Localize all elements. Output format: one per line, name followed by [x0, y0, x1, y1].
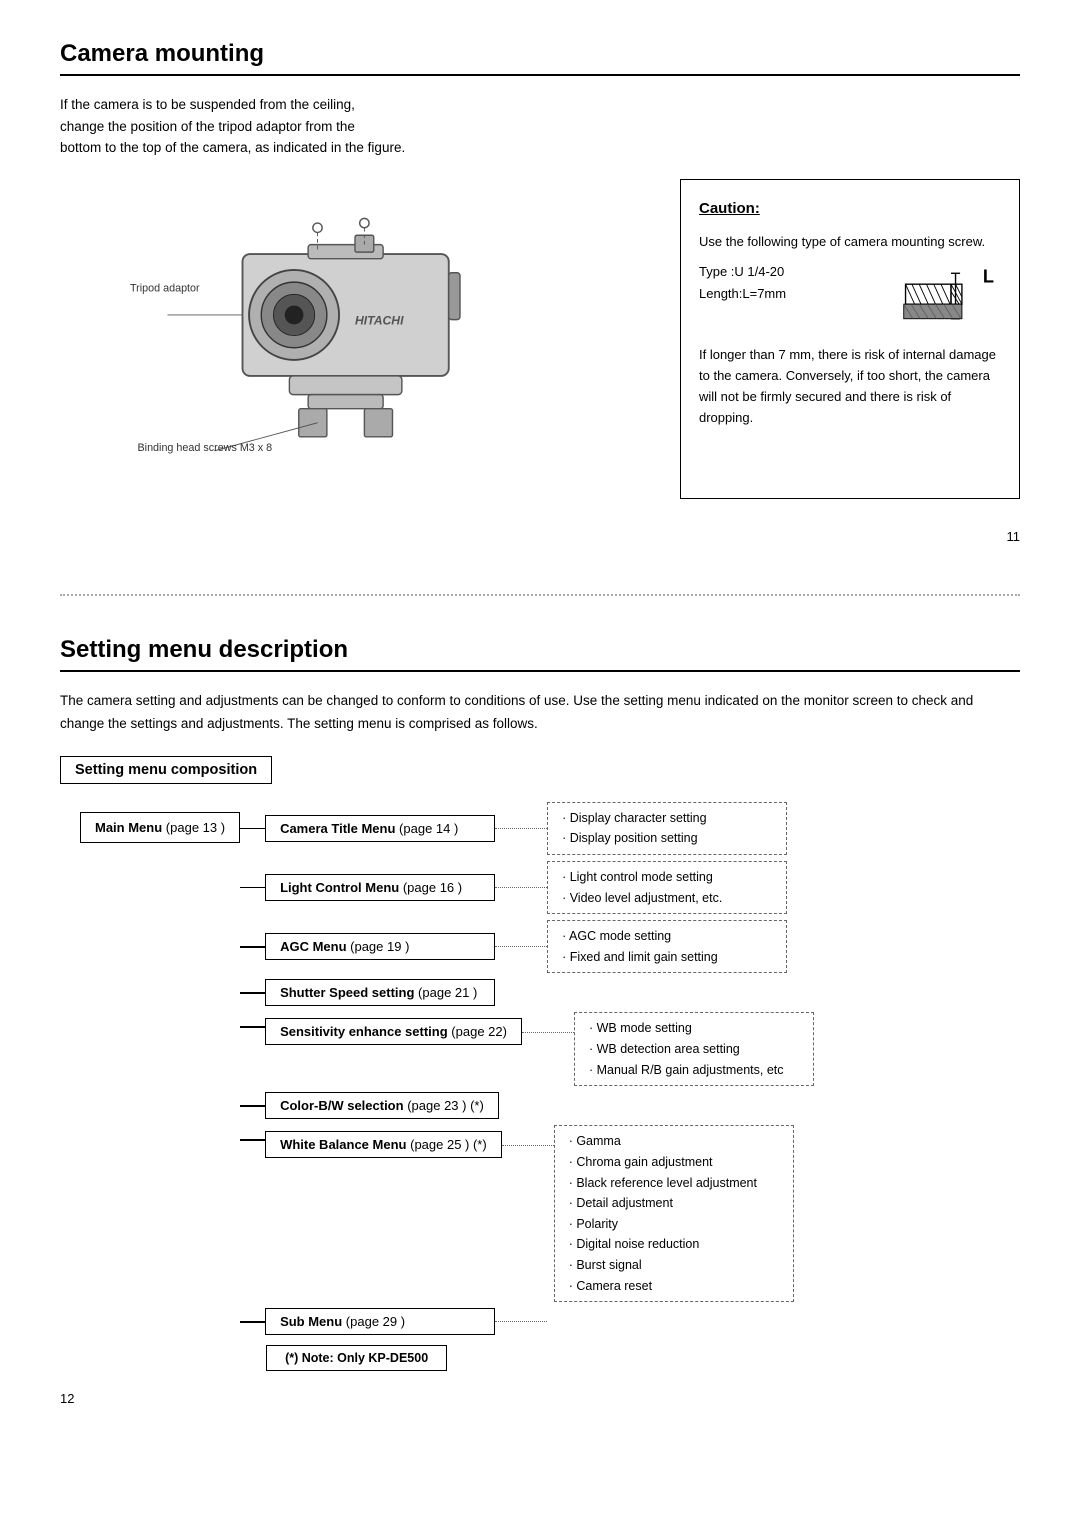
dots7	[502, 1145, 554, 1146]
item-color-bw: Color-B/W selection (page 23 ) (*)	[265, 1092, 499, 1119]
item-white-balance: White Balance Menu (page 25 ) (*)	[265, 1131, 502, 1158]
caution-box: Caution: Use the following type of camer…	[680, 179, 1020, 499]
menu-items-area: Camera Title Menu (page 14 ) · Display c…	[240, 802, 814, 1372]
page1-intro: If the camera is to be suspended from th…	[60, 94, 1020, 159]
item-light-control: Light Control Menu (page 16 )	[265, 874, 495, 901]
item-sensitivity-bold: Sensitivity enhance setting	[280, 1024, 448, 1039]
item-camera-title: Camera Title Menu (page 14 )	[265, 815, 495, 842]
camera-diagram: HITACHI Tripod adaptor Binding	[60, 179, 650, 499]
note-area: (*) Note: Only KP-DE500	[266, 1345, 814, 1371]
item-camera-title-page: (page 14 )	[399, 821, 458, 836]
caution-warning: If longer than 7 mm, there is risk of in…	[699, 345, 1001, 428]
page2-title: Setting menu description	[60, 636, 1020, 672]
dots2	[495, 887, 547, 888]
menu-row-agc: AGC Menu (page 19 ) · AGC mode setting· …	[240, 920, 814, 973]
caution-title: Caution:	[699, 196, 1001, 222]
page2-intro: The camera setting and adjustments can b…	[60, 690, 1020, 736]
composition-box: Setting menu composition	[60, 756, 272, 784]
page1-number: 11	[60, 529, 1020, 544]
screw-type-area: Type :U 1/4-20 Length:L=7mm L	[699, 261, 1001, 331]
caution-line1: Use the following type of camera mountin…	[699, 231, 1001, 253]
main-menu-label: Main Menu	[95, 820, 162, 835]
screw-diagram-svg: L	[901, 261, 1001, 331]
main-menu-page: (page 13 )	[166, 820, 225, 835]
svg-text:L: L	[983, 267, 994, 287]
item-shutter-bold: Shutter Speed setting	[280, 985, 414, 1000]
menu-row-sensitivity: Sensitivity enhance setting (page 22) · …	[240, 1012, 814, 1086]
svg-text:Tripod adaptor: Tripod adaptor	[130, 282, 200, 294]
item-color-bw-bold: Color-B/W selection	[280, 1098, 404, 1113]
page-camera-mounting: Camera mounting If the camera is to be s…	[0, 0, 1080, 584]
page-setting-menu: Setting menu description The camera sett…	[0, 606, 1080, 1447]
main-menu-col: Main Menu (page 13 )	[80, 812, 240, 843]
page2-number: 12	[60, 1391, 1020, 1406]
dots8	[495, 1321, 547, 1322]
menu-row-camera-title: Camera Title Menu (page 14 ) · Display c…	[240, 802, 814, 855]
item-agc-bold: AGC Menu	[280, 939, 346, 954]
length-label: Length:L=7mm	[699, 283, 881, 305]
menu-row-color-bw: Color-B/W selection (page 23 ) (*)	[240, 1092, 814, 1119]
camera-diagram-svg: HITACHI Tripod adaptor Binding	[60, 179, 650, 479]
sub-sensitivity: · WB mode setting· WB detection area set…	[574, 1012, 814, 1086]
svg-text:HITACHI: HITACHI	[355, 313, 404, 327]
item-shutter: Shutter Speed setting (page 21 )	[265, 979, 495, 1006]
item-sub-menu-bold: Sub Menu	[280, 1314, 342, 1329]
page-separator	[60, 594, 1020, 596]
item-sensitivity: Sensitivity enhance setting (page 22)	[265, 1018, 522, 1045]
menu-diagram-full: Main Menu (page 13 ) Camera Title Menu (…	[80, 802, 1020, 1372]
sub-light-control: · Light control mode setting· Video leve…	[547, 861, 787, 914]
item-white-balance-bold: White Balance Menu	[280, 1137, 406, 1152]
dots5	[522, 1032, 574, 1033]
sub-camera-title: · Display character setting· Display pos…	[547, 802, 787, 855]
main-menu-box: Main Menu (page 13 )	[80, 812, 240, 843]
menu-row-light-control: Light Control Menu (page 16 ) · Light co…	[240, 861, 814, 914]
menu-row-sub-menu: Sub Menu (page 29 )	[240, 1308, 814, 1335]
note-box: (*) Note: Only KP-DE500	[266, 1345, 447, 1371]
item-light-control-bold: Light Control Menu	[280, 880, 399, 895]
item-sub-menu: Sub Menu (page 29 )	[265, 1308, 495, 1335]
item-camera-title-bold: Camera Title Menu	[280, 821, 395, 836]
svg-text:Binding head screws M3 x 8: Binding head screws M3 x 8	[138, 442, 273, 454]
sub-agc: · AGC mode setting· Fixed and limit gain…	[547, 920, 787, 973]
item-agc: AGC Menu (page 19 )	[265, 933, 495, 960]
sub-submenu-empty	[547, 1317, 787, 1327]
type-label: Type :U 1/4-20	[699, 261, 881, 283]
sub-color-bw-empty	[551, 1101, 791, 1111]
page1-title: Camera mounting	[60, 40, 1020, 76]
dots3	[495, 946, 547, 947]
sub-white-balance: · Gamma · Chroma gain adjustment · Black…	[554, 1125, 794, 1302]
sub-shutter-empty	[547, 988, 787, 998]
dots1	[495, 828, 547, 829]
menu-row-white-balance: White Balance Menu (page 25 ) (*) · Gamm…	[240, 1125, 814, 1302]
screw-text: Type :U 1/4-20 Length:L=7mm	[699, 261, 881, 305]
camera-figure-area: HITACHI Tripod adaptor Binding	[60, 179, 1020, 499]
menu-row-shutter: Shutter Speed setting (page 21 )	[240, 979, 814, 1006]
